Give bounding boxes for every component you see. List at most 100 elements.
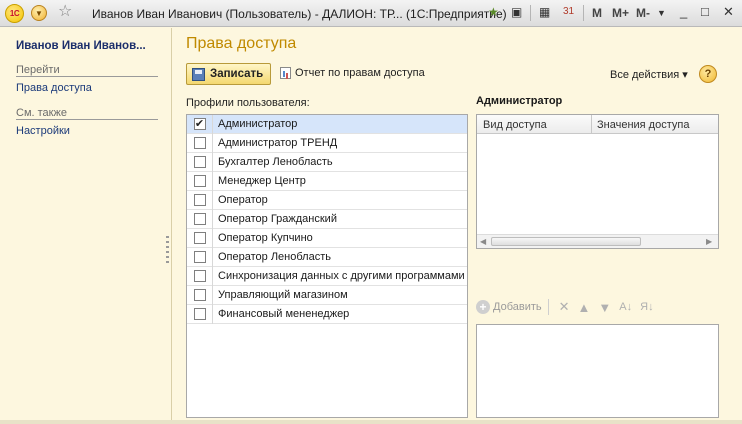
nav-link-settings[interactable]: Настройки — [16, 125, 70, 137]
table-row[interactable]: Синхронизация данных с другими программа… — [187, 266, 467, 286]
column-divider — [591, 115, 592, 134]
profiles-table[interactable]: ✔ Администратор Администратор ТРЕНД Бухг… — [186, 114, 468, 418]
memory-m-button[interactable]: M — [592, 6, 602, 20]
profile-checkbox[interactable] — [193, 270, 206, 282]
profile-name: Управляющий магазином — [218, 289, 348, 301]
profile-checkbox[interactable] — [193, 175, 206, 187]
table-row[interactable]: Оператор Купчино — [187, 228, 467, 248]
horizontal-scrollbar[interactable]: ◀ ▶ — [477, 234, 718, 248]
add-button[interactable]: + Добавить — [476, 300, 542, 314]
access-values-toolbar: + Добавить ✕ ▲ ▼ A↓ Я↓ — [476, 297, 658, 317]
profile-checkbox[interactable] — [193, 156, 206, 168]
table-row[interactable]: Менеджер Центр — [187, 171, 467, 191]
move-down-icon[interactable]: ▼ — [598, 300, 611, 315]
scrollbar-thumb[interactable] — [491, 237, 641, 246]
help-icon[interactable]: ? — [699, 65, 717, 83]
column-header-access-kind[interactable]: Вид доступа — [483, 119, 547, 131]
sort-ascending-icon[interactable]: A↓ — [619, 301, 632, 313]
form-area: Права доступа Записать Отчет по правам д… — [173, 28, 742, 424]
checkbox-cell — [187, 171, 213, 191]
profile-name: Оператор Купчино — [218, 232, 313, 244]
scroll-left-icon[interactable]: ◀ — [480, 237, 486, 246]
access-kinds-table[interactable]: Вид доступа Значения доступа ◀ ▶ — [476, 114, 719, 249]
profile-checkbox[interactable] — [193, 194, 206, 206]
table-row[interactable]: Оператор Ленобласть — [187, 247, 467, 267]
profile-name: Бухгалтер Ленобласть — [218, 156, 333, 168]
profile-name: Оператор — [218, 194, 268, 206]
goto-section-header: Перейти — [16, 64, 60, 76]
table-row[interactable]: Администратор ТРЕНД — [187, 133, 467, 153]
table-row[interactable]: Финансовый мененеджер — [187, 304, 467, 324]
table-row[interactable]: Управляющий магазином — [187, 285, 467, 305]
favorites-star-icon[interactable]: ☆ — [58, 3, 72, 21]
profile-checkbox[interactable] — [193, 289, 206, 301]
main-menu-dropdown-icon[interactable]: ▼ — [31, 5, 47, 21]
plus-icon: + — [476, 300, 490, 314]
section-divider — [16, 76, 158, 77]
profile-checkbox[interactable]: ✔ — [193, 118, 206, 130]
access-rights-report-button[interactable]: Отчет по правам доступа — [280, 67, 425, 79]
save-button-label: Записать — [210, 68, 264, 80]
checkbox-cell — [187, 266, 213, 286]
scroll-right-icon[interactable]: ▶ — [706, 237, 712, 246]
history-icon[interactable]: ▣ — [511, 5, 522, 19]
nav-link-access-rights[interactable]: Права доступа — [16, 82, 92, 94]
profile-name: Оператор Ленобласть — [218, 251, 331, 263]
table-row[interactable]: ✔ Администратор — [187, 114, 467, 134]
user-name-heading: Иванов Иван Иванов... — [16, 40, 146, 52]
checkbox-cell — [187, 133, 213, 153]
profile-checkbox[interactable] — [193, 308, 206, 320]
checkbox-cell — [187, 190, 213, 210]
add-button-label: Добавить — [493, 301, 542, 313]
toolbar-separator — [583, 5, 584, 21]
checkbox-cell — [187, 209, 213, 229]
profile-checkbox[interactable] — [193, 232, 206, 244]
profile-name: Синхронизация данных с другими программа… — [218, 270, 465, 282]
profile-checkbox[interactable] — [193, 137, 206, 149]
minimize-button[interactable]: _ — [680, 4, 687, 19]
section-divider — [16, 119, 158, 120]
add-to-favorites-icon[interactable]: ★ — [488, 5, 499, 19]
delete-icon[interactable]: ✕ — [559, 299, 570, 315]
maximize-button[interactable]: □ — [701, 4, 709, 19]
chevron-down-icon[interactable]: ▼ — [657, 8, 666, 18]
window-title: Иванов Иван Иванович (Пользователь) - ДА… — [92, 7, 507, 21]
table-row[interactable]: Оператор — [187, 190, 467, 210]
access-values-table[interactable] — [476, 324, 719, 418]
checkbox-cell — [187, 228, 213, 248]
checkbox-cell: ✔ — [187, 114, 213, 134]
column-header-access-values[interactable]: Значения доступа — [597, 119, 689, 131]
see-also-section-header: См. также — [16, 107, 67, 119]
move-up-icon[interactable]: ▲ — [578, 300, 591, 315]
table-row[interactable]: Бухгалтер Ленобласть — [187, 152, 467, 172]
toolbar-separator — [530, 5, 531, 21]
sort-descending-icon[interactable]: Я↓ — [640, 301, 653, 313]
memory-m-minus-button[interactable]: M- — [636, 6, 650, 20]
checkbox-cell — [187, 285, 213, 305]
profile-checkbox[interactable] — [193, 213, 206, 225]
calendar-icon[interactable]: 31 — [563, 6, 574, 17]
close-button[interactable]: ✕ — [723, 4, 734, 20]
profile-name: Оператор Гражданский — [218, 213, 337, 225]
page-title: Права доступа — [186, 35, 297, 52]
selected-profile-heading: Администратор — [476, 95, 563, 107]
1c-logo-icon[interactable]: 1С — [5, 4, 24, 23]
floppy-disk-icon — [192, 67, 205, 81]
all-actions-menu[interactable]: Все действия ▾ — [610, 68, 688, 81]
calculator-icon[interactable]: ▦ — [539, 5, 550, 19]
navigation-panel: Иванов Иван Иванов... Перейти Права дост… — [0, 28, 172, 424]
report-chart-icon — [280, 67, 291, 79]
checkbox-cell — [187, 247, 213, 267]
save-button[interactable]: Записать — [186, 63, 271, 85]
profile-checkbox[interactable] — [193, 251, 206, 263]
profile-name: Финансовый мененеджер — [218, 308, 350, 320]
memory-m-plus-button[interactable]: M+ — [612, 6, 629, 20]
window-bottom-edge — [0, 420, 742, 424]
profile-name: Администратор ТРЕНД — [218, 137, 338, 149]
panel-splitter-handle[interactable] — [166, 236, 169, 264]
window-title-bar: 1С ▼ ☆ Иванов Иван Иванович (Пользовател… — [0, 0, 742, 27]
toolbar-separator — [547, 299, 549, 315]
profile-name: Менеджер Центр — [218, 175, 306, 187]
table-row[interactable]: Оператор Гражданский — [187, 209, 467, 229]
profiles-label: Профили пользователя: — [186, 97, 310, 109]
